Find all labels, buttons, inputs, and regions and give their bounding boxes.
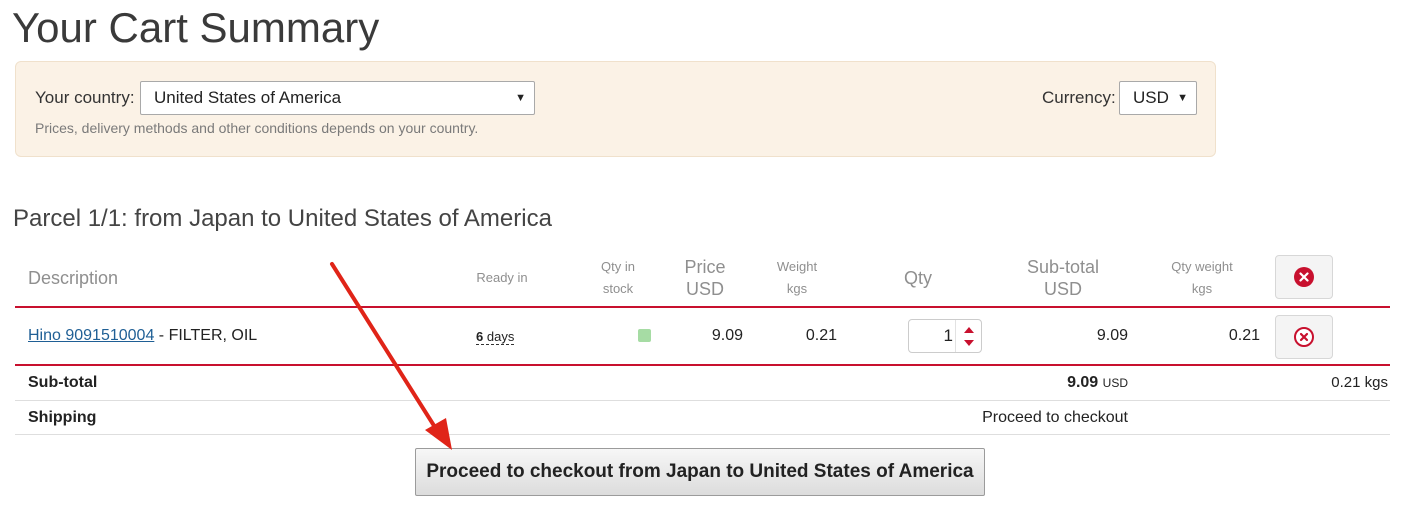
item-description: Hino 9091510004 - FILTER, OIL — [28, 327, 257, 345]
item-price: 9.09 — [711, 327, 743, 344]
header-weight-line1: Weight — [776, 259, 818, 274]
currency-label: Currency: — [1042, 88, 1116, 107]
header-subtotal-line2: USD — [1043, 279, 1082, 299]
subtotal-amount: 9.09 USD — [980, 374, 1128, 392]
header-price-line2: USD — [685, 279, 724, 299]
ready-in-unit: days — [486, 329, 515, 344]
arrow-down-icon[interactable] — [964, 340, 974, 346]
country-note: Prices, delivery methods and other condi… — [35, 120, 479, 136]
item-weight: 0.21 — [805, 327, 837, 344]
subtotal-label: Sub-total — [28, 374, 98, 391]
header-price-line1: Price — [684, 257, 726, 277]
quantity-input[interactable]: 1 — [909, 320, 953, 352]
quantity-stepper[interactable]: 1 — [908, 319, 982, 353]
header-ready-in: Ready in — [476, 270, 528, 285]
item-qty-weight: 0.21 — [1228, 327, 1260, 344]
shipping-value: Proceed to checkout — [982, 409, 1128, 426]
currency-select-value: USD — [1133, 88, 1169, 107]
country-select[interactable]: United States of America ▼ — [140, 81, 535, 115]
item-divider — [15, 364, 1390, 366]
arrow-up-icon[interactable] — [964, 327, 974, 333]
country-label: Your country: — [35, 88, 135, 107]
subtotal-value: 9.09 — [1067, 374, 1099, 391]
header-qty-in-stock-line2: stock — [602, 281, 634, 296]
header-qty-weight-line2: kgs — [1191, 281, 1213, 296]
page-title: Your Cart Summary — [12, 4, 380, 51]
header-description: Description — [28, 268, 119, 288]
checkout-button[interactable]: Proceed to checkout from Japan to United… — [415, 448, 985, 496]
caret-down-icon: ▼ — [515, 92, 526, 104]
header-qty-weight-line1: Qty weight — [1171, 259, 1233, 274]
part-link[interactable]: Hino 9091510004 — [28, 327, 154, 344]
subtotal-divider — [15, 400, 1390, 401]
delete-all-button[interactable] — [1275, 255, 1333, 299]
parcel-title: Parcel 1/1: from Japan to United States … — [13, 205, 552, 232]
item-subtotal: 9.09 — [1096, 327, 1128, 344]
country-select-value: United States of America — [154, 88, 342, 107]
header-qty-in-stock-line1: Qty in — [601, 259, 635, 274]
delete-circle-icon — [1294, 327, 1314, 347]
ready-in-value[interactable]: 6 days — [476, 329, 515, 345]
header-subtotal-line1: Sub-total — [1026, 257, 1100, 277]
header-divider — [15, 306, 1390, 308]
stock-indicator — [638, 329, 651, 342]
subtotal-weight: 0.21 kgs — [1331, 374, 1388, 391]
part-description: - FILTER, OIL — [154, 327, 258, 344]
shipping-label: Shipping — [28, 409, 97, 426]
header-qty: Qty — [903, 268, 932, 288]
currency-select[interactable]: USD ▼ — [1119, 81, 1197, 115]
delete-circle-icon — [1294, 267, 1314, 287]
ready-in-number: 6 — [476, 329, 484, 344]
caret-down-icon: ▼ — [1177, 92, 1188, 104]
subtotal-currency: USD — [1102, 376, 1128, 390]
delete-item-button[interactable] — [1275, 315, 1333, 359]
shipping-divider — [15, 434, 1390, 435]
header-weight-line2: kgs — [786, 281, 808, 296]
